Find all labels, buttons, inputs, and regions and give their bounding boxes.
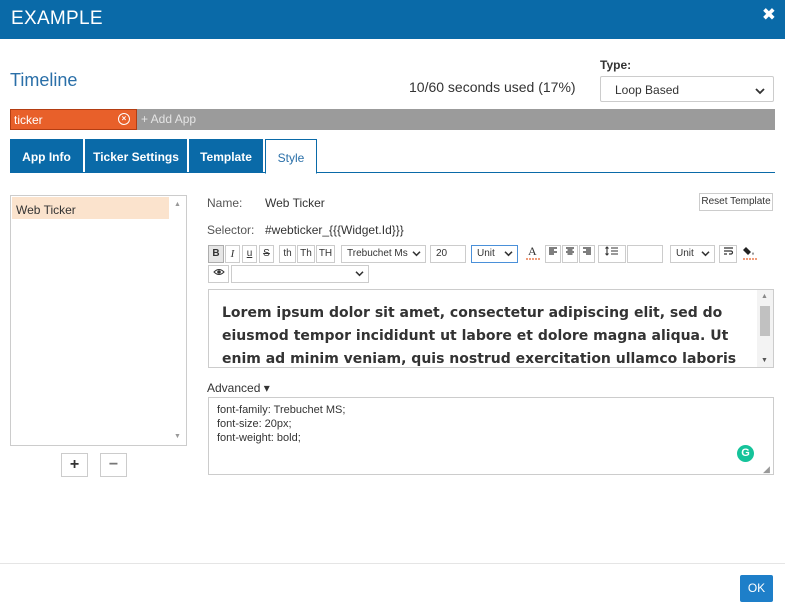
selector-label: Selector: bbox=[207, 223, 255, 237]
line-height-icon[interactable] bbox=[598, 245, 626, 263]
scroll-down-icon[interactable]: ▼ bbox=[761, 357, 768, 364]
font-family-select[interactable]: Trebuchet Ms bbox=[341, 245, 426, 263]
scroll-down-icon[interactable]: ▼ bbox=[174, 433, 181, 440]
widget-list[interactable]: Web Ticker ▲ ▼ bbox=[10, 195, 187, 446]
chevron-down-icon bbox=[701, 246, 710, 262]
editor-scrollbar[interactable]: ▲ ▼ bbox=[757, 290, 773, 367]
capitalize-button[interactable]: Th bbox=[297, 245, 315, 263]
tab-ticker-settings[interactable]: Ticker Settings bbox=[85, 139, 187, 173]
timeline-title: Timeline bbox=[10, 70, 78, 90]
app-chip-label: ticker bbox=[14, 113, 43, 127]
css-line: font-weight: bold; bbox=[217, 432, 301, 444]
chevron-down-icon bbox=[412, 246, 421, 262]
selector-value: #webticker_{{{Widget.Id}}} bbox=[265, 223, 404, 237]
preview-text: Lorem ipsum dolor sit amet, consectetur … bbox=[222, 305, 737, 367]
remove-widget-button[interactable]: − bbox=[100, 453, 127, 477]
scroll-up-icon[interactable]: ▲ bbox=[761, 293, 768, 300]
type-select[interactable]: Loop Based bbox=[600, 76, 774, 102]
chevron-down-icon bbox=[504, 246, 513, 262]
grammarly-icon[interactable]: G bbox=[737, 445, 754, 462]
seconds-used-text: 10/60 seconds used (17%) bbox=[409, 79, 576, 95]
align-right-icon[interactable] bbox=[579, 245, 595, 263]
fill-color-icon[interactable] bbox=[741, 243, 759, 263]
tab-bar: App Info Ticker Settings Template Style bbox=[10, 139, 775, 174]
app-bar: ticker × + Add App bbox=[10, 109, 775, 130]
italic-button[interactable]: I bbox=[225, 245, 240, 263]
app-chip-ticker[interactable]: ticker × bbox=[10, 109, 137, 130]
align-left-icon[interactable] bbox=[545, 245, 561, 263]
strikethrough-button[interactable]: S bbox=[259, 245, 274, 263]
lowercase-button[interactable]: th bbox=[279, 245, 296, 263]
reset-template-button[interactable]: Reset Template bbox=[699, 193, 773, 211]
tab-app-info[interactable]: App Info bbox=[10, 139, 83, 173]
name-label: Name: bbox=[207, 196, 243, 210]
list-scrollbar[interactable]: ▲ ▼ bbox=[172, 196, 186, 445]
dialog-titlebar: EXAMPLE ✖ bbox=[0, 0, 785, 39]
close-icon[interactable]: ✖ bbox=[762, 6, 776, 23]
unit-value: Unit bbox=[477, 248, 495, 259]
chevron-down-icon bbox=[755, 84, 765, 98]
footer-divider bbox=[0, 563, 785, 564]
scroll-up-icon[interactable]: ▲ bbox=[174, 201, 181, 208]
resize-handle-icon[interactable]: ◢ bbox=[763, 464, 770, 475]
unit-value: Unit bbox=[676, 248, 694, 259]
uppercase-button[interactable]: TH bbox=[316, 245, 335, 263]
css-line: font-family: Trebuchet MS; bbox=[217, 404, 346, 416]
dialog-title: EXAMPLE bbox=[11, 8, 103, 29]
style-preview-editor[interactable]: Lorem ipsum dolor sit amet, consectetur … bbox=[208, 289, 774, 368]
font-color-icon[interactable]: A bbox=[524, 243, 542, 263]
align-center-icon[interactable] bbox=[562, 245, 578, 263]
remove-circle-icon[interactable]: × bbox=[118, 113, 130, 125]
name-value: Web Ticker bbox=[265, 196, 325, 210]
ok-button[interactable]: OK bbox=[740, 575, 773, 602]
line-height-input[interactable] bbox=[627, 245, 663, 263]
tab-template[interactable]: Template bbox=[189, 139, 263, 173]
tab-style[interactable]: Style bbox=[265, 139, 317, 174]
type-label: Type: bbox=[600, 58, 632, 72]
visibility-select[interactable] bbox=[231, 265, 369, 283]
font-size-input[interactable]: 20 bbox=[430, 245, 466, 263]
underline-button[interactable]: u bbox=[242, 245, 257, 263]
font-size-unit-select[interactable]: Unit bbox=[471, 245, 518, 263]
chevron-down-icon bbox=[355, 266, 364, 282]
bold-button[interactable]: B bbox=[208, 245, 224, 263]
font-family-value: Trebuchet Ms bbox=[347, 248, 408, 259]
scroll-thumb[interactable] bbox=[760, 306, 770, 336]
advanced-toggle[interactable]: Advanced ▾ bbox=[207, 381, 270, 395]
text-wrap-icon[interactable] bbox=[719, 245, 737, 263]
list-item[interactable]: Web Ticker bbox=[12, 197, 169, 219]
add-widget-button[interactable]: + bbox=[61, 453, 88, 477]
svg-text:A: A bbox=[528, 244, 537, 258]
line-height-unit-select[interactable]: Unit bbox=[670, 245, 715, 263]
add-app-button[interactable]: + Add App bbox=[141, 112, 196, 126]
advanced-css-textarea[interactable]: font-family: Trebuchet MS; font-size: 20… bbox=[208, 397, 774, 475]
type-select-value: Loop Based bbox=[615, 83, 680, 97]
eye-icon[interactable] bbox=[208, 265, 229, 283]
css-line: font-size: 20px; bbox=[217, 418, 292, 430]
